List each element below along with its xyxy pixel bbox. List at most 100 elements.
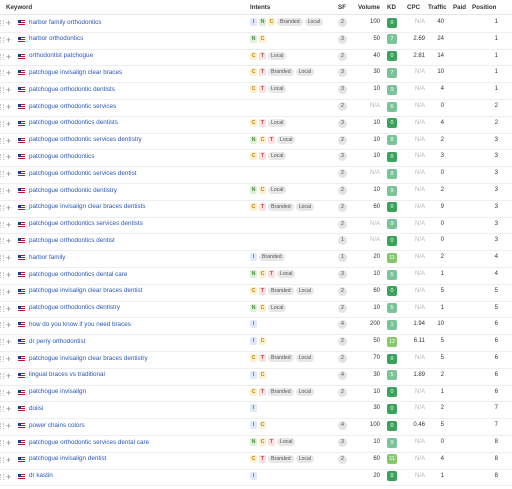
drag-handle-icon[interactable] <box>0 87 4 94</box>
table-row[interactable]: + patchogue orthodontics services dentist… <box>0 217 512 235</box>
table-row[interactable]: + lingual braces vs traditional I C 4 30 5 1.89… <box>0 368 512 386</box>
table-row[interactable]: + patchogue orthodontic services 2 N/A 6 N/A 0… <box>0 99 512 117</box>
keyword-link[interactable]: patchogue invisalign clear braces dentis… <box>29 203 146 210</box>
keyword-link[interactable]: dr kastin <box>29 472 53 479</box>
drag-handle-icon[interactable] <box>0 120 4 127</box>
drag-handle-icon[interactable] <box>0 423 4 430</box>
serp-features-badge[interactable]: 2 <box>338 219 347 229</box>
drag-handle-icon[interactable] <box>0 288 4 295</box>
keyword-link[interactable]: patchogue orthodontic services dental ca… <box>29 439 149 446</box>
table-row[interactable]: + orthodontist patchogue C T Local 2 40 0 2.81 14… <box>0 49 512 67</box>
table-row[interactable]: + patchogue invisalign clear braces C T Bran… <box>0 65 512 84</box>
keyword-link[interactable]: patchogue invisalign clear braces <box>29 69 122 76</box>
drag-handle-icon[interactable] <box>0 322 4 329</box>
add-keyword-icon[interactable]: + <box>6 119 11 129</box>
table-row[interactable]: + how do you know if you need braces I 4 200… <box>0 317 512 336</box>
col-position[interactable]: Position <box>472 4 496 11</box>
keyword-link[interactable]: patchogue orthodontics dentistry <box>29 304 120 311</box>
drag-handle-icon[interactable] <box>0 372 4 379</box>
add-keyword-icon[interactable]: + <box>6 472 11 482</box>
keyword-link[interactable]: patchogue invisalign clear braces dentis… <box>29 287 142 294</box>
table-row[interactable]: + patchogue invisalign C T Branded Local 2 10 0 N… <box>0 385 512 403</box>
keyword-link[interactable]: patchogue orthodontic dentists <box>29 86 115 93</box>
serp-features-badge[interactable]: 4 <box>338 320 347 330</box>
add-keyword-icon[interactable]: + <box>6 236 11 246</box>
keyword-link[interactable]: power chains colors <box>29 422 85 429</box>
serp-features-badge[interactable]: 2 <box>338 186 347 195</box>
serp-features-badge[interactable]: 3 <box>338 118 347 128</box>
serp-features-badge[interactable]: 2 <box>338 286 347 296</box>
drag-handle-icon[interactable] <box>0 272 4 278</box>
serp-features-badge[interactable]: 2 <box>338 303 347 313</box>
table-row[interactable]: + patchogue invisalign clear braces denti… <box>0 200 512 218</box>
serp-features-badge[interactable]: 2 <box>338 337 347 347</box>
add-keyword-icon[interactable]: + <box>6 455 11 465</box>
table-row[interactable]: + power chains colors I C 4 100 0 0.46 5 7 <box>0 418 512 436</box>
table-row[interactable]: + patchogue invisalign dentist C T Branded Lo… <box>0 452 512 470</box>
add-keyword-icon[interactable]: + <box>6 85 11 95</box>
add-keyword-icon[interactable]: + <box>6 404 11 414</box>
col-sf[interactable]: SF <box>338 4 346 11</box>
add-keyword-icon[interactable]: + <box>6 287 11 297</box>
serp-features-badge[interactable]: 2 <box>338 169 347 179</box>
drag-handle-icon[interactable] <box>0 154 4 161</box>
table-row[interactable]: + patchogue orthodontics dental care N C T Lo… <box>0 267 512 285</box>
keyword-link[interactable]: patchogue orthodontics dentist <box>29 237 115 244</box>
keyword-link[interactable]: doiisi <box>29 405 43 412</box>
col-keyword[interactable]: Keyword <box>6 4 32 11</box>
keyword-link[interactable]: lingual braces vs traditional <box>29 371 105 378</box>
keyword-link[interactable]: patchogue invisalign dentist <box>29 455 106 462</box>
table-row[interactable]: + patchogue orthodontics dentistry N C Local… <box>0 301 512 319</box>
drag-handle-icon[interactable] <box>0 221 4 228</box>
add-keyword-icon[interactable]: + <box>6 152 11 162</box>
add-keyword-icon[interactable]: + <box>6 337 11 347</box>
serp-features-badge[interactable]: 2 <box>338 51 347 61</box>
serp-features-badge[interactable]: 2 <box>338 354 347 363</box>
keyword-link[interactable]: harbor orthodontics <box>29 35 83 42</box>
drag-handle-icon[interactable] <box>0 456 4 463</box>
drag-handle-icon[interactable] <box>0 305 4 312</box>
add-keyword-icon[interactable]: + <box>6 136 11 146</box>
col-intents[interactable]: Intents <box>250 4 270 11</box>
serp-features-badge[interactable]: 3 <box>338 85 347 95</box>
drag-handle-icon[interactable] <box>0 188 4 194</box>
serp-features-badge[interactable]: 4 <box>338 370 347 380</box>
drag-handle-icon[interactable] <box>0 53 4 60</box>
table-row[interactable]: + harbor family orthodontics I N C Branded Loc… <box>0 15 512 33</box>
table-row[interactable]: + patchogue invisalign clear braces denti… <box>0 351 512 369</box>
serp-features-badge[interactable]: 3 <box>338 34 347 44</box>
table-row[interactable]: + patchogue orthodontic services dentist 2… <box>0 166 512 184</box>
table-row[interactable]: + patchogue orthodontics dentists C T Local 3… <box>0 116 512 134</box>
serp-features-badge[interactable]: 3 <box>338 68 347 78</box>
drag-handle-icon[interactable] <box>0 20 4 26</box>
keyword-link[interactable]: patchogue orthodontics dental care <box>29 271 127 278</box>
drag-handle-icon[interactable] <box>0 204 4 211</box>
drag-handle-icon[interactable] <box>0 356 4 362</box>
keyword-link[interactable]: patchogue orthodontic dentistry <box>29 187 117 194</box>
table-row[interactable]: + dr kastin I 20 0 N/A 1 8 <box>0 469 512 487</box>
serp-features-badge[interactable]: 4 <box>338 421 347 431</box>
add-keyword-icon[interactable]: + <box>6 68 11 78</box>
add-keyword-icon[interactable]: + <box>6 186 11 196</box>
drag-handle-icon[interactable] <box>0 171 4 178</box>
drag-handle-icon[interactable] <box>0 137 4 144</box>
drag-handle-icon[interactable] <box>0 70 4 77</box>
serp-features-badge[interactable]: 2 <box>338 454 347 464</box>
keyword-link[interactable]: patchogue orthodontics services dentists <box>29 220 143 227</box>
col-paid[interactable]: Paid <box>453 4 466 11</box>
serp-features-badge[interactable]: 3 <box>338 270 347 279</box>
keyword-link[interactable]: patchogue orthodontic services <box>29 103 116 110</box>
col-kd[interactable]: KD <box>387 4 396 11</box>
drag-handle-icon[interactable] <box>0 255 4 262</box>
keyword-link[interactable]: patchogue invisalign clear braces dentis… <box>29 355 148 362</box>
table-row[interactable]: + patchogue orthodontics dentist 1 N/A 0 N/A 0… <box>0 233 512 252</box>
keyword-link[interactable]: patchogue orthodontic services dentistry <box>29 136 142 143</box>
serp-features-badge[interactable]: 2 <box>338 135 347 145</box>
col-cpc[interactable]: CPC <box>407 4 420 11</box>
table-row[interactable]: + patchogue orthodontic services dentistr… <box>0 133 512 151</box>
keyword-link[interactable]: patchogue orthodontic services dentist <box>29 170 136 177</box>
keyword-link[interactable]: dr perry orthodontist <box>29 338 85 345</box>
add-keyword-icon[interactable]: + <box>6 102 11 112</box>
drag-handle-icon[interactable] <box>0 339 4 346</box>
drag-handle-icon[interactable] <box>0 104 4 110</box>
